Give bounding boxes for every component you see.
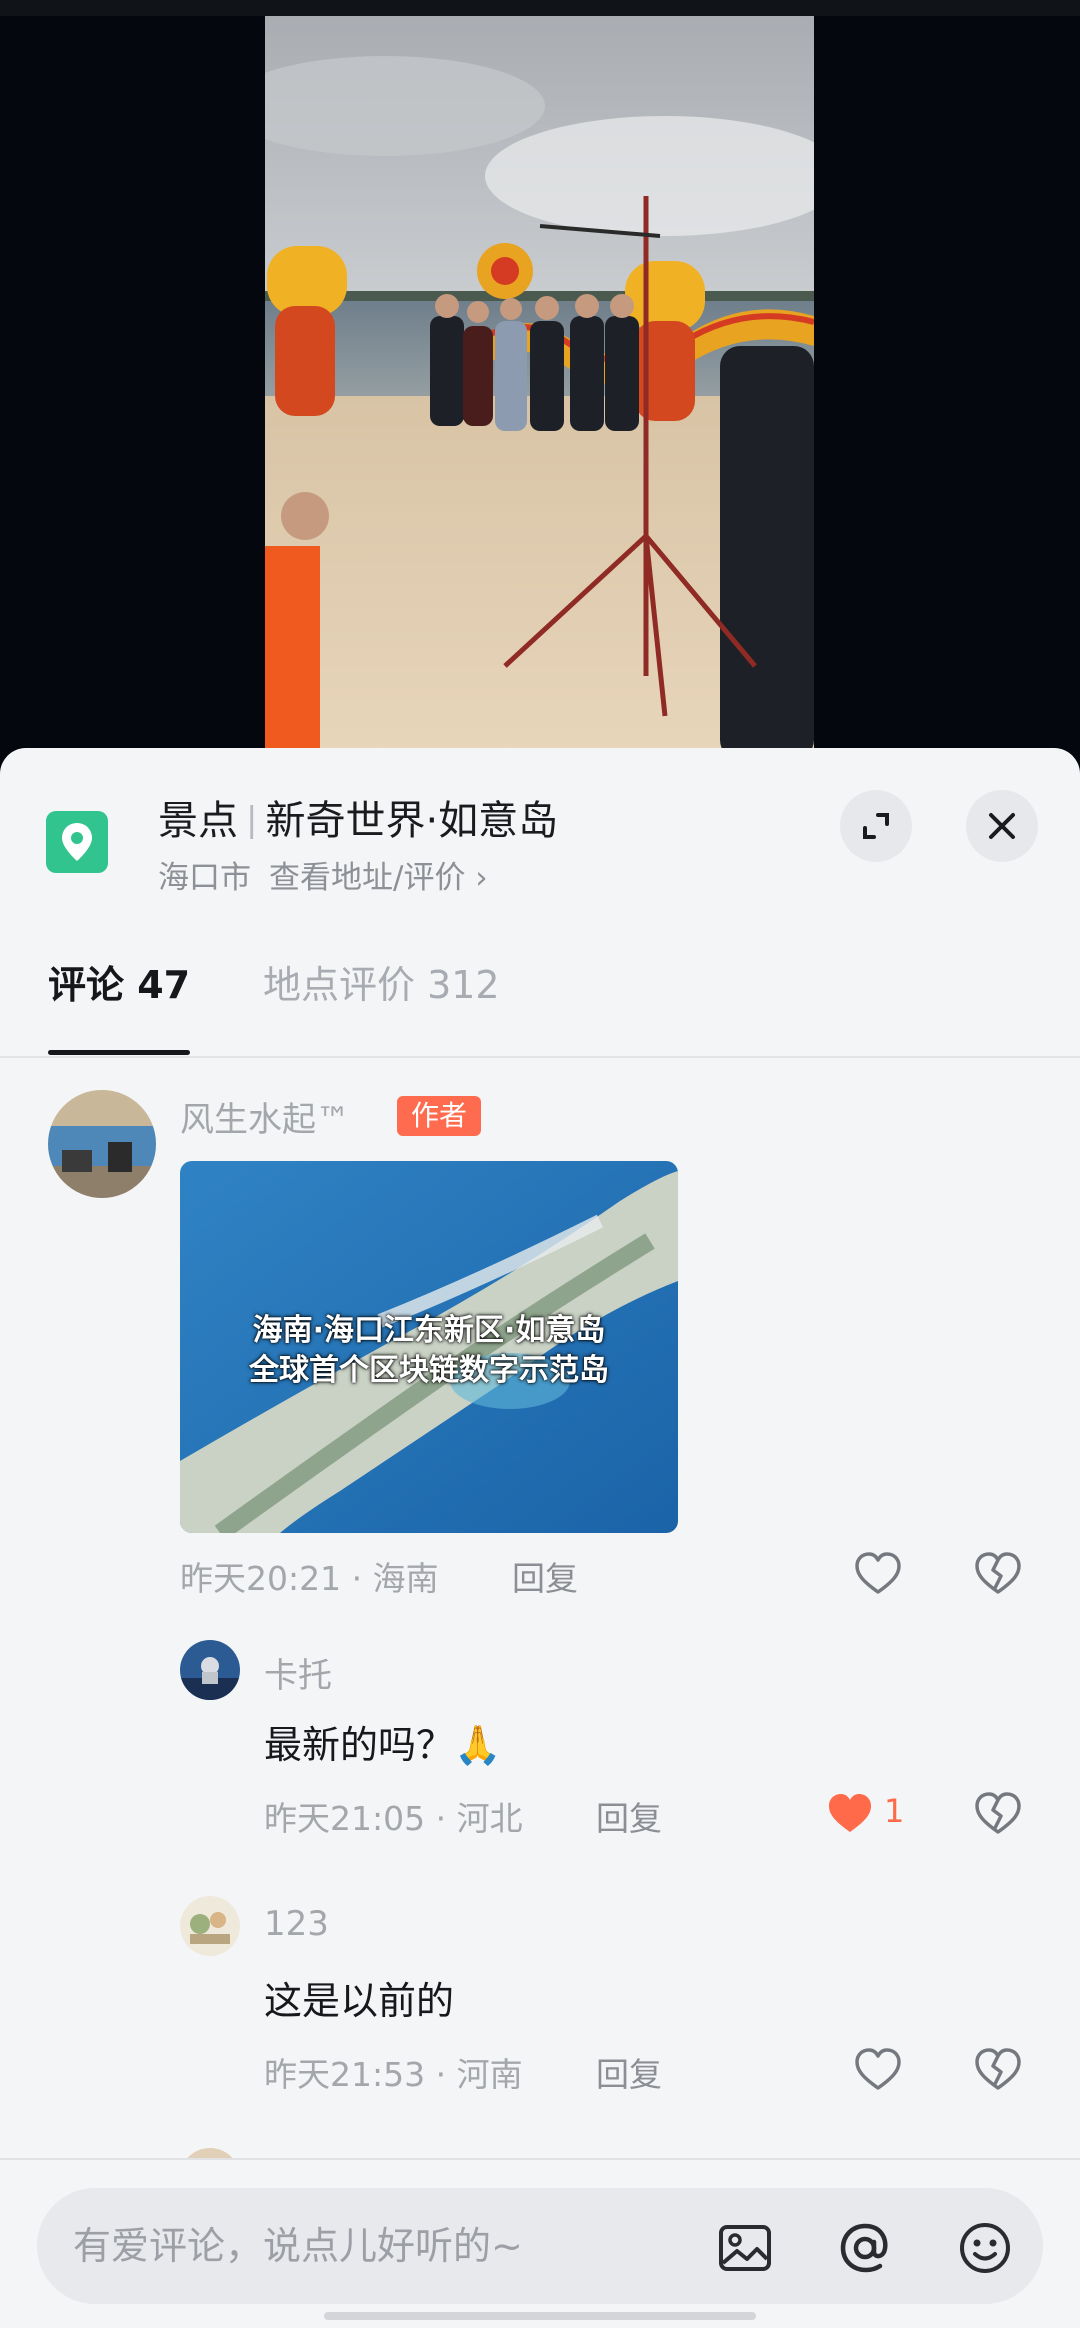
- location-pin-icon: [46, 811, 108, 873]
- tab-comments[interactable]: 评论 47: [48, 954, 190, 1009]
- avatar[interactable]: [180, 1896, 240, 1956]
- dislike-button[interactable]: [972, 1548, 1024, 1600]
- comment-time-region: 昨天20:21 · 海南: [180, 1559, 439, 1598]
- reply-button[interactable]: 回复: [596, 2048, 662, 2096]
- image-caption-line2: 全球首个区块链数字示范岛: [249, 1353, 609, 1388]
- heart-outline-icon: [855, 1552, 901, 1594]
- image-button[interactable]: [715, 2218, 775, 2278]
- location-title[interactable]: 景点 | 新奇世界·如意岛: [158, 788, 558, 846]
- location-category: 景点: [158, 798, 238, 844]
- heart-filled-icon: [829, 1794, 871, 1832]
- avatar[interactable]: [180, 1640, 240, 1700]
- comment-username[interactable]: 卡托: [264, 1648, 332, 1697]
- close-icon: [989, 813, 1015, 839]
- smiley-icon: [960, 2223, 1010, 2273]
- broken-heart-icon: [975, 1792, 1021, 1834]
- title-separator: |: [246, 800, 258, 840]
- emoji-button[interactable]: [955, 2218, 1015, 2278]
- like-button[interactable]: [852, 2044, 904, 2096]
- view-address-link[interactable]: 查看地址/评价 ›: [269, 860, 488, 896]
- comment-input-bar: [0, 2158, 1080, 2328]
- location-name: 新奇世界·如意岛: [265, 798, 559, 844]
- tab-place-reviews[interactable]: 地点评价 312: [263, 954, 500, 1009]
- avatar[interactable]: [48, 1090, 156, 1198]
- heart-outline-icon: [855, 2048, 901, 2090]
- at-icon: [840, 2223, 888, 2273]
- like-count: 1: [884, 1792, 905, 1830]
- reply-button[interactable]: 回复: [596, 1792, 662, 1840]
- comment-username[interactable]: 风生水起™: [180, 1092, 350, 1141]
- comment-text: 最新的吗？🙏: [264, 1723, 502, 1767]
- comment-input[interactable]: [73, 2214, 673, 2278]
- home-indicator: [324, 2312, 756, 2320]
- comment-image[interactable]: 海南·海口江东新区·如意岛 全球首个区块链数字示范岛: [180, 1161, 678, 1533]
- video-frame[interactable]: [265, 16, 814, 760]
- active-tab-indicator: [48, 1050, 190, 1055]
- comment-time-region: 昨天21:05 · 河北: [264, 1799, 523, 1838]
- image-caption-line1: 海南·海口江东新区·如意岛: [252, 1313, 606, 1348]
- comments-sheet: 景点 | 新奇世界·如意岛 海口市 查看地址/评价 › 评论 47 地点评价 312 …: [0, 748, 1080, 2328]
- mention-button[interactable]: [835, 2218, 895, 2278]
- close-button[interactable]: [966, 790, 1038, 862]
- author-badge: 作者: [397, 1096, 481, 1136]
- dislike-button[interactable]: [972, 1788, 1024, 1840]
- comment-time-region: 昨天21:53 · 河南: [264, 2055, 523, 2094]
- comment-text: 这是以前的: [264, 1979, 455, 2023]
- dislike-button[interactable]: [972, 2044, 1024, 2096]
- broken-heart-icon: [975, 1552, 1021, 1594]
- image-caption: 海南·海口江东新区·如意岛 全球首个区块链数字示范岛: [180, 1311, 678, 1391]
- image-icon: [719, 2225, 771, 2271]
- status-bar: [0, 0, 1080, 16]
- location-city: 海口市: [158, 860, 251, 896]
- video-area[interactable]: [0, 0, 1080, 760]
- broken-heart-icon: [975, 2048, 1021, 2090]
- comment-input-container[interactable]: [37, 2188, 1043, 2304]
- expand-icon: [863, 813, 889, 839]
- like-button[interactable]: [852, 1548, 904, 1600]
- comment-username[interactable]: 123: [264, 1904, 329, 1944]
- expand-button[interactable]: [840, 790, 912, 862]
- video-scene-image: [265, 16, 814, 760]
- reply-button[interactable]: 回复: [512, 1552, 578, 1600]
- like-button[interactable]: [824, 1788, 876, 1840]
- location-subtitle: 海口市 查看地址/评价 ›: [158, 852, 488, 897]
- tabs-divider: [0, 1056, 1080, 1058]
